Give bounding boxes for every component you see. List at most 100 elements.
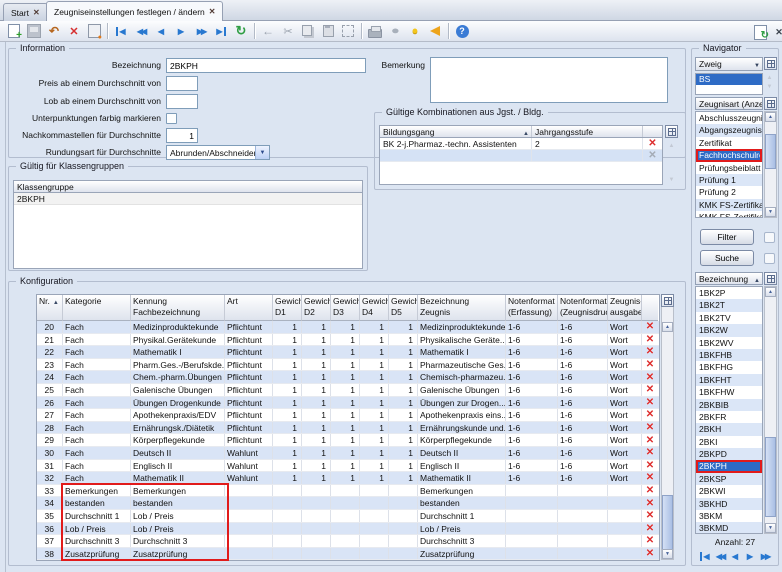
- scroll-down-button[interactable]: [662, 549, 673, 559]
- table-row[interactable]: 34bestandenbestandenbestanden: [37, 497, 659, 510]
- table-row[interactable]: 37Durchschnitt 3Durchschnitt 3Durchschni…: [37, 535, 659, 548]
- bezeichnung-input[interactable]: [166, 58, 366, 73]
- list-item[interactable]: 2BKFR: [696, 411, 762, 423]
- delete-row-icon[interactable]: [646, 321, 654, 333]
- config-column-header[interactable]: Bezeichnung Zeugnis: [418, 295, 506, 321]
- list-item[interactable]: 2BKSP: [696, 473, 762, 485]
- table-row[interactable]: 35Durchschnitt 1Lob / PreisDurchschnitt …: [37, 510, 659, 523]
- config-column-header[interactable]: Notenformat (Zeugnisdruck): [558, 295, 608, 321]
- list-item[interactable]: KMK FS-Zertifikat1: [696, 199, 762, 211]
- list-item[interactable]: 2BKPH: [696, 460, 762, 472]
- list-item[interactable]: 1BK2W: [696, 324, 762, 336]
- table-row[interactable]: 25FachGalenische ÜbungenPflichtunt11111G…: [37, 384, 659, 397]
- zeugnisart-header[interactable]: Zeugnisart (Anzeige...: [695, 97, 763, 110]
- column-picker-button[interactable]: [764, 97, 777, 110]
- list-item[interactable]: 3BKMD: [696, 522, 762, 534]
- delete-row-icon[interactable]: [646, 434, 654, 446]
- edit-icon[interactable]: [84, 22, 104, 41]
- delete-row-icon[interactable]: [646, 384, 654, 396]
- tab-close-icon[interactable]: [209, 7, 216, 16]
- delete-row-icon[interactable]: [646, 409, 654, 421]
- print-icon[interactable]: [365, 22, 385, 41]
- delete-icon[interactable]: [64, 22, 84, 41]
- table-row[interactable]: 21FachPhysikal.GerätekundePflichtunt1111…: [37, 334, 659, 347]
- delete-row-icon[interactable]: [646, 422, 654, 434]
- nav-fast-forward-icon[interactable]: [191, 22, 211, 41]
- scrollbar-thumb[interactable]: [765, 437, 776, 517]
- config-column-header[interactable]: Kennung Fachbezeichnung: [131, 295, 225, 321]
- nav-forward-icon[interactable]: [171, 22, 191, 41]
- list-item[interactable]: 1BKFHW: [696, 386, 762, 398]
- zweig-combo[interactable]: Zweig: [695, 57, 763, 71]
- scroll-down-button[interactable]: [765, 523, 776, 533]
- suche-button[interactable]: Suche: [700, 250, 754, 266]
- list-item[interactable]: 2BKWI: [696, 485, 762, 497]
- config-column-header[interactable]: Zeugnis- ausgabe: [608, 295, 642, 321]
- config-column-header[interactable]: Gewicht D5: [389, 295, 418, 321]
- nav-fast-forward-icon[interactable]: [759, 550, 772, 563]
- column-picker-button[interactable]: [764, 272, 777, 285]
- list-item[interactable]: 1BKFHB: [696, 349, 762, 361]
- nav-back-icon[interactable]: [151, 22, 171, 41]
- scroll-up-button[interactable]: [765, 112, 776, 122]
- config-column-header[interactable]: Gewicht D1: [273, 295, 302, 321]
- undo-icon[interactable]: [44, 22, 64, 41]
- column-picker-button[interactable]: [661, 294, 674, 307]
- table-row[interactable]: 26FachÜbungen DrogenkundePflichtunt11111…: [37, 397, 659, 410]
- bezeichnung-header[interactable]: Bezeichnung: [695, 272, 763, 285]
- table-row[interactable]: 31FachEnglisch IIWahlunt11111Englisch II…: [37, 460, 659, 473]
- scrollbar-thumb[interactable]: [662, 495, 673, 550]
- list-item[interactable]: 1BK2T: [696, 299, 762, 311]
- lob-input[interactable]: [166, 94, 198, 109]
- delete-row-icon[interactable]: [648, 138, 656, 149]
- delete-row-icon[interactable]: [646, 397, 654, 409]
- nav-fast-back-icon[interactable]: [714, 550, 727, 563]
- back-arrow-icon[interactable]: [258, 22, 278, 41]
- delete-row-icon[interactable]: [646, 472, 654, 484]
- filter-button[interactable]: Filter: [700, 229, 754, 245]
- list-item[interactable]: 2BKI: [696, 436, 762, 448]
- list-item[interactable]: Fachhochschulreife: [696, 149, 762, 161]
- list-item[interactable]: KMK FS-Zertifikat2: [696, 211, 762, 218]
- filter-checkbox[interactable]: [764, 232, 775, 243]
- list-item[interactable]: Prüfung 2: [696, 186, 762, 198]
- delete-row-icon[interactable]: [646, 447, 654, 459]
- save-icon[interactable]: [24, 22, 44, 41]
- config-column-header[interactable]: Kategorie: [63, 295, 131, 321]
- column-picker-button[interactable]: [764, 57, 777, 70]
- list-item[interactable]: Prüfungsbeiblatt: [696, 162, 762, 174]
- bildungsgang-column-header[interactable]: Bildungsgang: [380, 126, 532, 137]
- tab-zeugniseinstellungen[interactable]: Zeugniseinstellungen festlegen / ändern: [46, 1, 223, 21]
- delete-row-icon[interactable]: [646, 359, 654, 371]
- list-item[interactable]: Zertifikat: [696, 137, 762, 149]
- delete-row-icon[interactable]: [646, 510, 654, 522]
- scrollbar-thumb[interactable]: [765, 134, 776, 169]
- config-column-header[interactable]: Gewicht D3: [331, 295, 360, 321]
- bemerkung-textarea[interactable]: [430, 57, 668, 103]
- nav-forward-icon[interactable]: [744, 550, 757, 563]
- tab-close-icon[interactable]: [33, 8, 40, 17]
- select-icon[interactable]: [338, 22, 358, 41]
- table-row[interactable]: 28FachErnährungsk./DiätetikPflichtunt111…: [37, 422, 659, 435]
- panel-close-icon[interactable]: [769, 23, 782, 42]
- nav-first-icon[interactable]: [111, 22, 131, 41]
- paste-icon[interactable]: [318, 22, 338, 41]
- unterpunktungen-checkbox[interactable]: [166, 113, 177, 124]
- jahrgangsstufe-column-header[interactable]: Jahrgangsstufe: [532, 126, 643, 137]
- suche-checkbox[interactable]: [764, 253, 775, 264]
- list-item[interactable]: 2BKBIB: [696, 399, 762, 411]
- table-row[interactable]: 30FachDeutsch IIWahlunt11111Deutsch II1-…: [37, 447, 659, 460]
- config-column-header[interactable]: Art: [225, 295, 273, 321]
- tab-start[interactable]: Start: [3, 3, 48, 21]
- table-row[interactable]: 27FachApothekenpraxis/EDVPflichtunt11111…: [37, 409, 659, 422]
- list-item[interactable]: Prüfung 1: [696, 174, 762, 186]
- column-picker-button[interactable]: [665, 125, 678, 138]
- navigator-refresh-icon[interactable]: [750, 23, 770, 42]
- list-item[interactable]: 3BKM: [696, 510, 762, 522]
- list-item[interactable]: 2BKH: [696, 423, 762, 435]
- scroll-up-button[interactable]: [765, 287, 776, 297]
- list-item[interactable]: 1BKFHT: [696, 374, 762, 386]
- delete-row-icon[interactable]: [646, 334, 654, 346]
- nav-fast-back-icon[interactable]: [131, 22, 151, 41]
- list-item[interactable]: 3BKHD: [696, 498, 762, 510]
